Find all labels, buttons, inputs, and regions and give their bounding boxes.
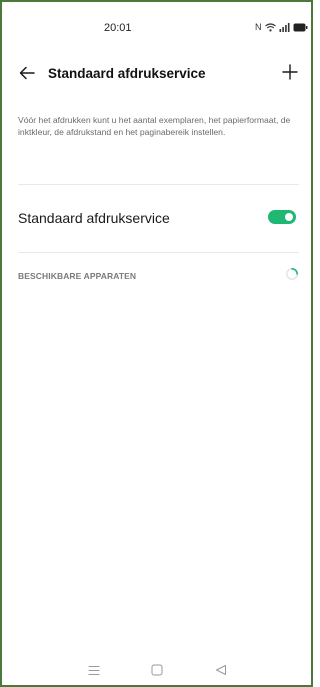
status-icons: N <box>255 22 308 32</box>
screen-frame: 20:01 N Standaard afdrukservice Vóór het… <box>0 0 313 687</box>
arrow-left-icon[interactable] <box>18 64 36 82</box>
nfc-icon: N <box>255 22 262 32</box>
navigation-bar <box>2 655 311 683</box>
setting-label: Standaard afdrukservice <box>18 210 170 226</box>
divider <box>18 184 299 185</box>
available-devices-header: BESCHIKBARE APPARATEN <box>18 271 137 281</box>
back-triangle-icon[interactable] <box>215 663 227 681</box>
signal-icon <box>279 22 290 32</box>
wifi-icon <box>264 22 276 32</box>
status-bar: 20:01 N <box>2 2 311 42</box>
description-text: Vóór het afdrukken kunt u het aantal exe… <box>18 115 291 137</box>
divider <box>18 252 299 253</box>
print-service-toggle[interactable] <box>268 210 296 224</box>
menu-icon[interactable] <box>88 663 100 681</box>
plus-icon[interactable] <box>280 62 300 82</box>
home-icon[interactable] <box>151 663 163 681</box>
default-print-service-row[interactable]: Standaard afdrukservice <box>2 200 311 236</box>
toggle-knob <box>285 213 293 221</box>
page-title: Standaard afdrukservice <box>48 66 206 81</box>
spinner-icon <box>285 267 299 281</box>
status-time: 20:01 <box>104 22 132 34</box>
app-header: Standaard afdrukservice <box>2 60 311 88</box>
battery-icon <box>293 23 308 32</box>
